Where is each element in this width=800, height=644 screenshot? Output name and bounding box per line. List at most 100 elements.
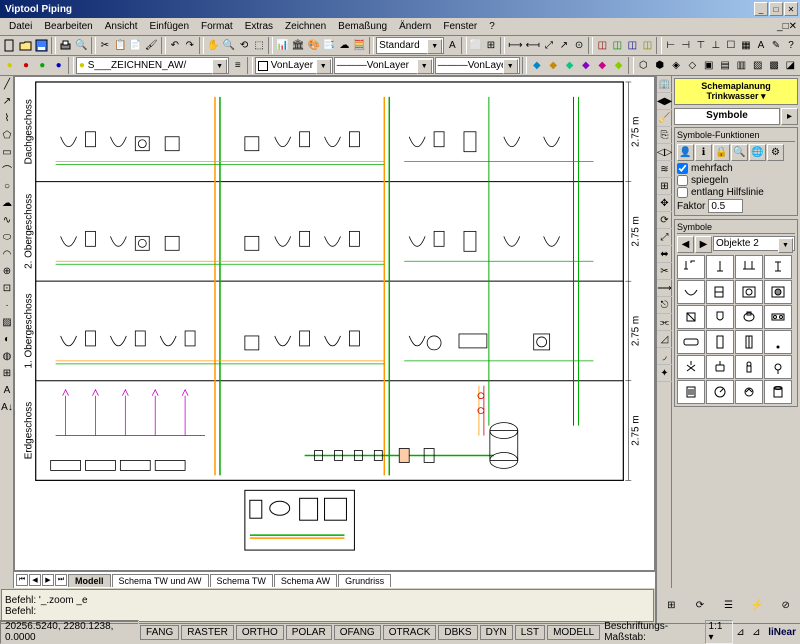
tab-schema-tw[interactable]: Schema TW — [210, 574, 273, 587]
cat-next-icon[interactable]: ▶ — [695, 236, 712, 253]
restore-button[interactable]: □ — [769, 2, 783, 16]
textstyle-icon[interactable]: A — [445, 37, 459, 54]
copy-icon[interactable]: 📋 — [113, 37, 127, 54]
hatch-icon[interactable]: ▨ — [0, 314, 14, 331]
3d10-icon[interactable]: ◪ — [783, 57, 798, 74]
h1-icon[interactable]: ⊢ — [664, 37, 678, 54]
rtool-erase-icon[interactable]: 🧹 — [657, 110, 672, 127]
arc-icon[interactable]: ⌒ — [0, 161, 14, 178]
fn-search-icon[interactable]: 🔍 — [731, 144, 748, 161]
3d3-icon[interactable]: ◈ — [668, 57, 683, 74]
v6-icon[interactable]: ◆ — [611, 57, 626, 74]
menu-datei[interactable]: Datei — [3, 20, 38, 33]
mtext-icon[interactable]: A — [0, 382, 14, 399]
save-icon[interactable] — [34, 37, 49, 54]
sym-valve-1[interactable] — [677, 355, 705, 379]
ellipsearc-icon[interactable]: ◠ — [0, 246, 14, 263]
rtool-nav-icon[interactable]: ◀▶ — [657, 93, 672, 110]
sym-door-2[interactable] — [735, 330, 763, 354]
status-fang[interactable]: FANG — [140, 625, 179, 640]
3d6-icon[interactable]: ▤ — [717, 57, 732, 74]
preview-icon[interactable]: 🔍 — [74, 37, 88, 54]
sheetset-icon[interactable]: 📑 — [322, 37, 336, 54]
quickcalc-icon[interactable]: 🧮 — [352, 37, 366, 54]
addsel-icon[interactable]: A↓ — [0, 399, 14, 416]
region-icon[interactable]: ◍ — [0, 348, 14, 365]
fn-person-icon[interactable]: 👤 — [677, 144, 694, 161]
sym-point[interactable] — [764, 330, 792, 354]
redo-icon[interactable]: ↷ — [183, 37, 197, 54]
linetype-combo[interactable]: ——— VonLayer — [334, 57, 434, 74]
status-otrack[interactable]: OTRACK — [383, 625, 437, 640]
chk-mehrfach[interactable]: mehrfach — [677, 163, 795, 174]
bottom-tool-1-icon[interactable]: ⊞ — [663, 597, 680, 614]
sym-sink[interactable] — [764, 305, 792, 329]
help-icon[interactable]: ? — [784, 37, 798, 54]
fn-lock-icon[interactable]: 🔒 — [713, 144, 730, 161]
paste-icon[interactable]: 📄 — [128, 37, 142, 54]
v4-icon[interactable]: ◆ — [578, 57, 593, 74]
rtool-array-icon[interactable]: ⊞ — [657, 178, 672, 195]
annoviz-icon[interactable]: ⊿ — [748, 624, 764, 641]
rtool-chamfer-icon[interactable]: ◿ — [657, 331, 672, 348]
h6-icon[interactable]: ▦ — [739, 37, 753, 54]
cat-prev-icon[interactable]: ◀ — [677, 236, 694, 253]
rtool-fillet-icon[interactable]: ◞ — [657, 348, 672, 365]
v3-icon[interactable]: ◆ — [562, 57, 577, 74]
tbl-icon[interactable]: ⊞ — [0, 365, 14, 382]
panel-title[interactable]: Schemaplanung Trinkwasser ▾ — [674, 78, 798, 105]
fn-world-icon[interactable]: 🌐 — [749, 144, 766, 161]
tab-schema-aw[interactable]: Schema AW — [274, 574, 337, 587]
makeblock-icon[interactable]: ⊡ — [0, 280, 14, 297]
point-icon[interactable]: · — [0, 297, 14, 314]
sym-wc-1[interactable] — [706, 280, 734, 304]
mod2-icon[interactable]: ◫ — [610, 37, 624, 54]
rtool-trim-icon[interactable]: ✂ — [657, 263, 672, 280]
new-icon[interactable] — [2, 37, 17, 54]
sym-bidet[interactable] — [735, 305, 763, 329]
dim2-icon[interactable]: ⟻ — [525, 37, 541, 54]
sym-drain[interactable] — [764, 355, 792, 379]
rect-icon[interactable]: ▭ — [0, 144, 14, 161]
fn-info-icon[interactable]: ℹ — [695, 144, 712, 161]
pan-icon[interactable]: ✋ — [206, 37, 220, 54]
sym-faucet-2[interactable] — [706, 255, 734, 279]
color-combo[interactable]: VonLayer — [255, 57, 333, 74]
zoom-realtime-icon[interactable]: 🔍 — [222, 37, 236, 54]
toolpalette-icon[interactable]: 🎨 — [306, 37, 320, 54]
status-dyn[interactable]: DYN — [480, 625, 513, 640]
designcenter-icon[interactable]: 🏛 — [291, 37, 306, 54]
rtool-scale-icon[interactable]: ⤢ — [657, 229, 672, 246]
fn-gear-icon[interactable]: ⚙ — [767, 144, 784, 161]
xline-icon[interactable]: ↗ — [0, 93, 14, 110]
print-icon[interactable] — [58, 37, 73, 54]
annoscale-icon[interactable]: ⊿ — [733, 624, 749, 641]
rtool-offset-icon[interactable]: ≋ — [657, 161, 672, 178]
menu-extras[interactable]: Extras — [239, 20, 279, 33]
status-dbks[interactable]: DBKS — [438, 625, 477, 640]
circle-icon[interactable]: ○ — [0, 178, 14, 195]
rtool-break-icon[interactable]: ⎋ — [657, 297, 672, 314]
block-icon[interactable]: ⬜ — [469, 37, 483, 54]
3d4-icon[interactable]: ◇ — [685, 57, 700, 74]
sym-bathtub[interactable] — [677, 330, 705, 354]
3d1-icon[interactable]: ⬡ — [636, 57, 651, 74]
menu-fenster[interactable]: Fenster — [437, 20, 483, 33]
h5-icon[interactable]: ☐ — [724, 37, 738, 54]
mod3-icon[interactable]: ◫ — [625, 37, 639, 54]
rtool-copy-icon[interactable]: ⎘ — [657, 127, 672, 144]
dim5-icon[interactable]: ⊙ — [572, 37, 586, 54]
layer-blue-icon[interactable]: ● — [51, 57, 66, 74]
rtool-explode-icon[interactable]: ✦ — [657, 365, 672, 382]
tab-grundriss[interactable]: Grundriss — [338, 574, 391, 587]
tab-next-icon[interactable]: ▶ — [42, 574, 54, 586]
tab-first-icon[interactable]: ⏮ — [16, 574, 28, 586]
dim3-icon[interactable]: ⤢ — [542, 37, 556, 54]
menu-format[interactable]: Format — [195, 20, 239, 33]
mod1-icon[interactable]: ◫ — [595, 37, 609, 54]
sym-hydrant[interactable] — [735, 355, 763, 379]
status-raster[interactable]: RASTER — [181, 625, 234, 640]
status-ortho[interactable]: ORTHO — [236, 625, 284, 640]
command-line[interactable]: Befehl: '_.zoom _e Befehl: — [1, 589, 654, 622]
menu-bemassung[interactable]: Bemaßung — [332, 20, 393, 33]
